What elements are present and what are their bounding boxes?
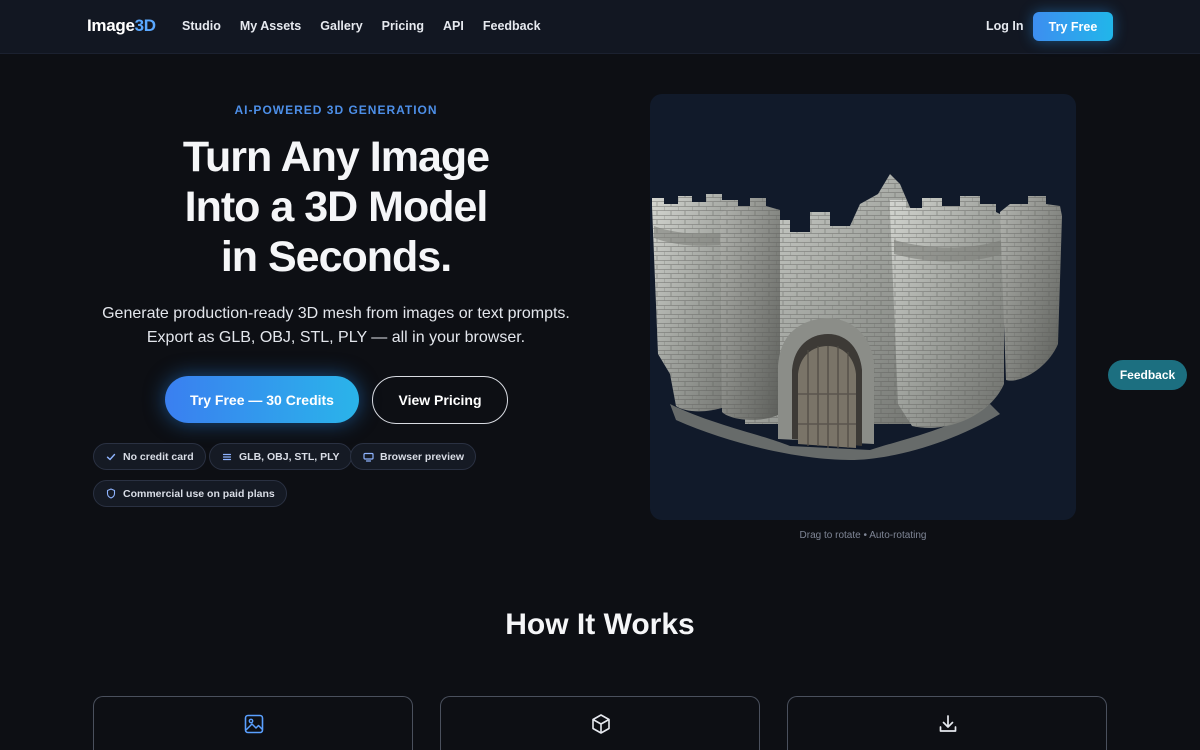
try-free-credits-button[interactable]: Try Free — 30 Credits <box>165 376 359 423</box>
step-card-generate <box>440 696 760 750</box>
view-pricing-button[interactable]: View Pricing <box>372 376 508 424</box>
headline-line-2: Into a 3D Model <box>184 183 489 231</box>
pill-label: Commercial use on paid plans <box>123 487 275 500</box>
nav-links: Studio My Assets Gallery Pricing API Fee… <box>182 19 560 33</box>
try-free-nav-button[interactable]: Try Free <box>1033 12 1113 41</box>
monitor-icon <box>362 451 374 463</box>
cube-icon <box>590 713 612 735</box>
feature-pill-no-credit-card: No credit card <box>93 443 206 470</box>
login-link[interactable]: Log In <box>986 19 1024 33</box>
logo[interactable]: Image3D <box>87 16 156 36</box>
subtext-line-1: Generate production-ready 3D mesh from i… <box>102 305 570 322</box>
pill-label: No credit card <box>123 450 194 463</box>
hero-subtext: Generate production-ready 3D mesh from i… <box>86 302 586 349</box>
nav-link-pricing[interactable]: Pricing <box>382 19 424 33</box>
logo-accent-text: 3D <box>134 16 156 35</box>
hero-headline: Turn Any Image Into a 3D Model in Second… <box>136 132 536 282</box>
pill-label: Browser preview <box>380 450 465 463</box>
castle-model <box>652 174 1062 460</box>
step-card-upload <box>93 696 413 750</box>
how-it-works-title: How It Works <box>505 608 695 641</box>
feature-pill-browser-preview: Browser preview <box>350 443 477 470</box>
nav-link-api[interactable]: API <box>443 19 464 33</box>
nav-link-studio[interactable]: Studio <box>182 19 221 33</box>
pill-label: GLB, OBJ, STL, PLY <box>239 450 340 463</box>
feature-pill-commercial-use: Commercial use on paid plans <box>93 480 287 507</box>
check-icon <box>105 451 117 463</box>
feedback-floating-button[interactable]: Feedback <box>1108 360 1187 390</box>
download-icon <box>937 713 959 735</box>
shield-icon <box>105 488 117 500</box>
model-viewer[interactable] <box>650 94 1076 520</box>
step-card-export <box>787 696 1107 750</box>
viewer-caption: Drag to rotate • Auto-rotating <box>799 530 927 541</box>
headline-line-1: Turn Any Image <box>182 133 490 181</box>
headline-line-3: in Seconds. <box>220 233 452 281</box>
list-icon <box>221 451 233 463</box>
subtext-line-2: Export as GLB, OBJ, STL, PLY — all in yo… <box>146 328 526 346</box>
image-icon <box>243 713 265 735</box>
nav-link-gallery[interactable]: Gallery <box>320 19 362 33</box>
nav-link-feedback[interactable]: Feedback <box>483 19 541 33</box>
nav-link-my-assets[interactable]: My Assets <box>240 19 301 33</box>
feature-pill-formats: GLB, OBJ, STL, PLY <box>209 443 352 470</box>
logo-text: Image <box>87 16 135 35</box>
hero-eyebrow: AI-POWERED 3D GENERATION <box>234 103 438 117</box>
top-navigation-bar: Image3D Studio My Assets Gallery Pricing… <box>0 0 1200 54</box>
